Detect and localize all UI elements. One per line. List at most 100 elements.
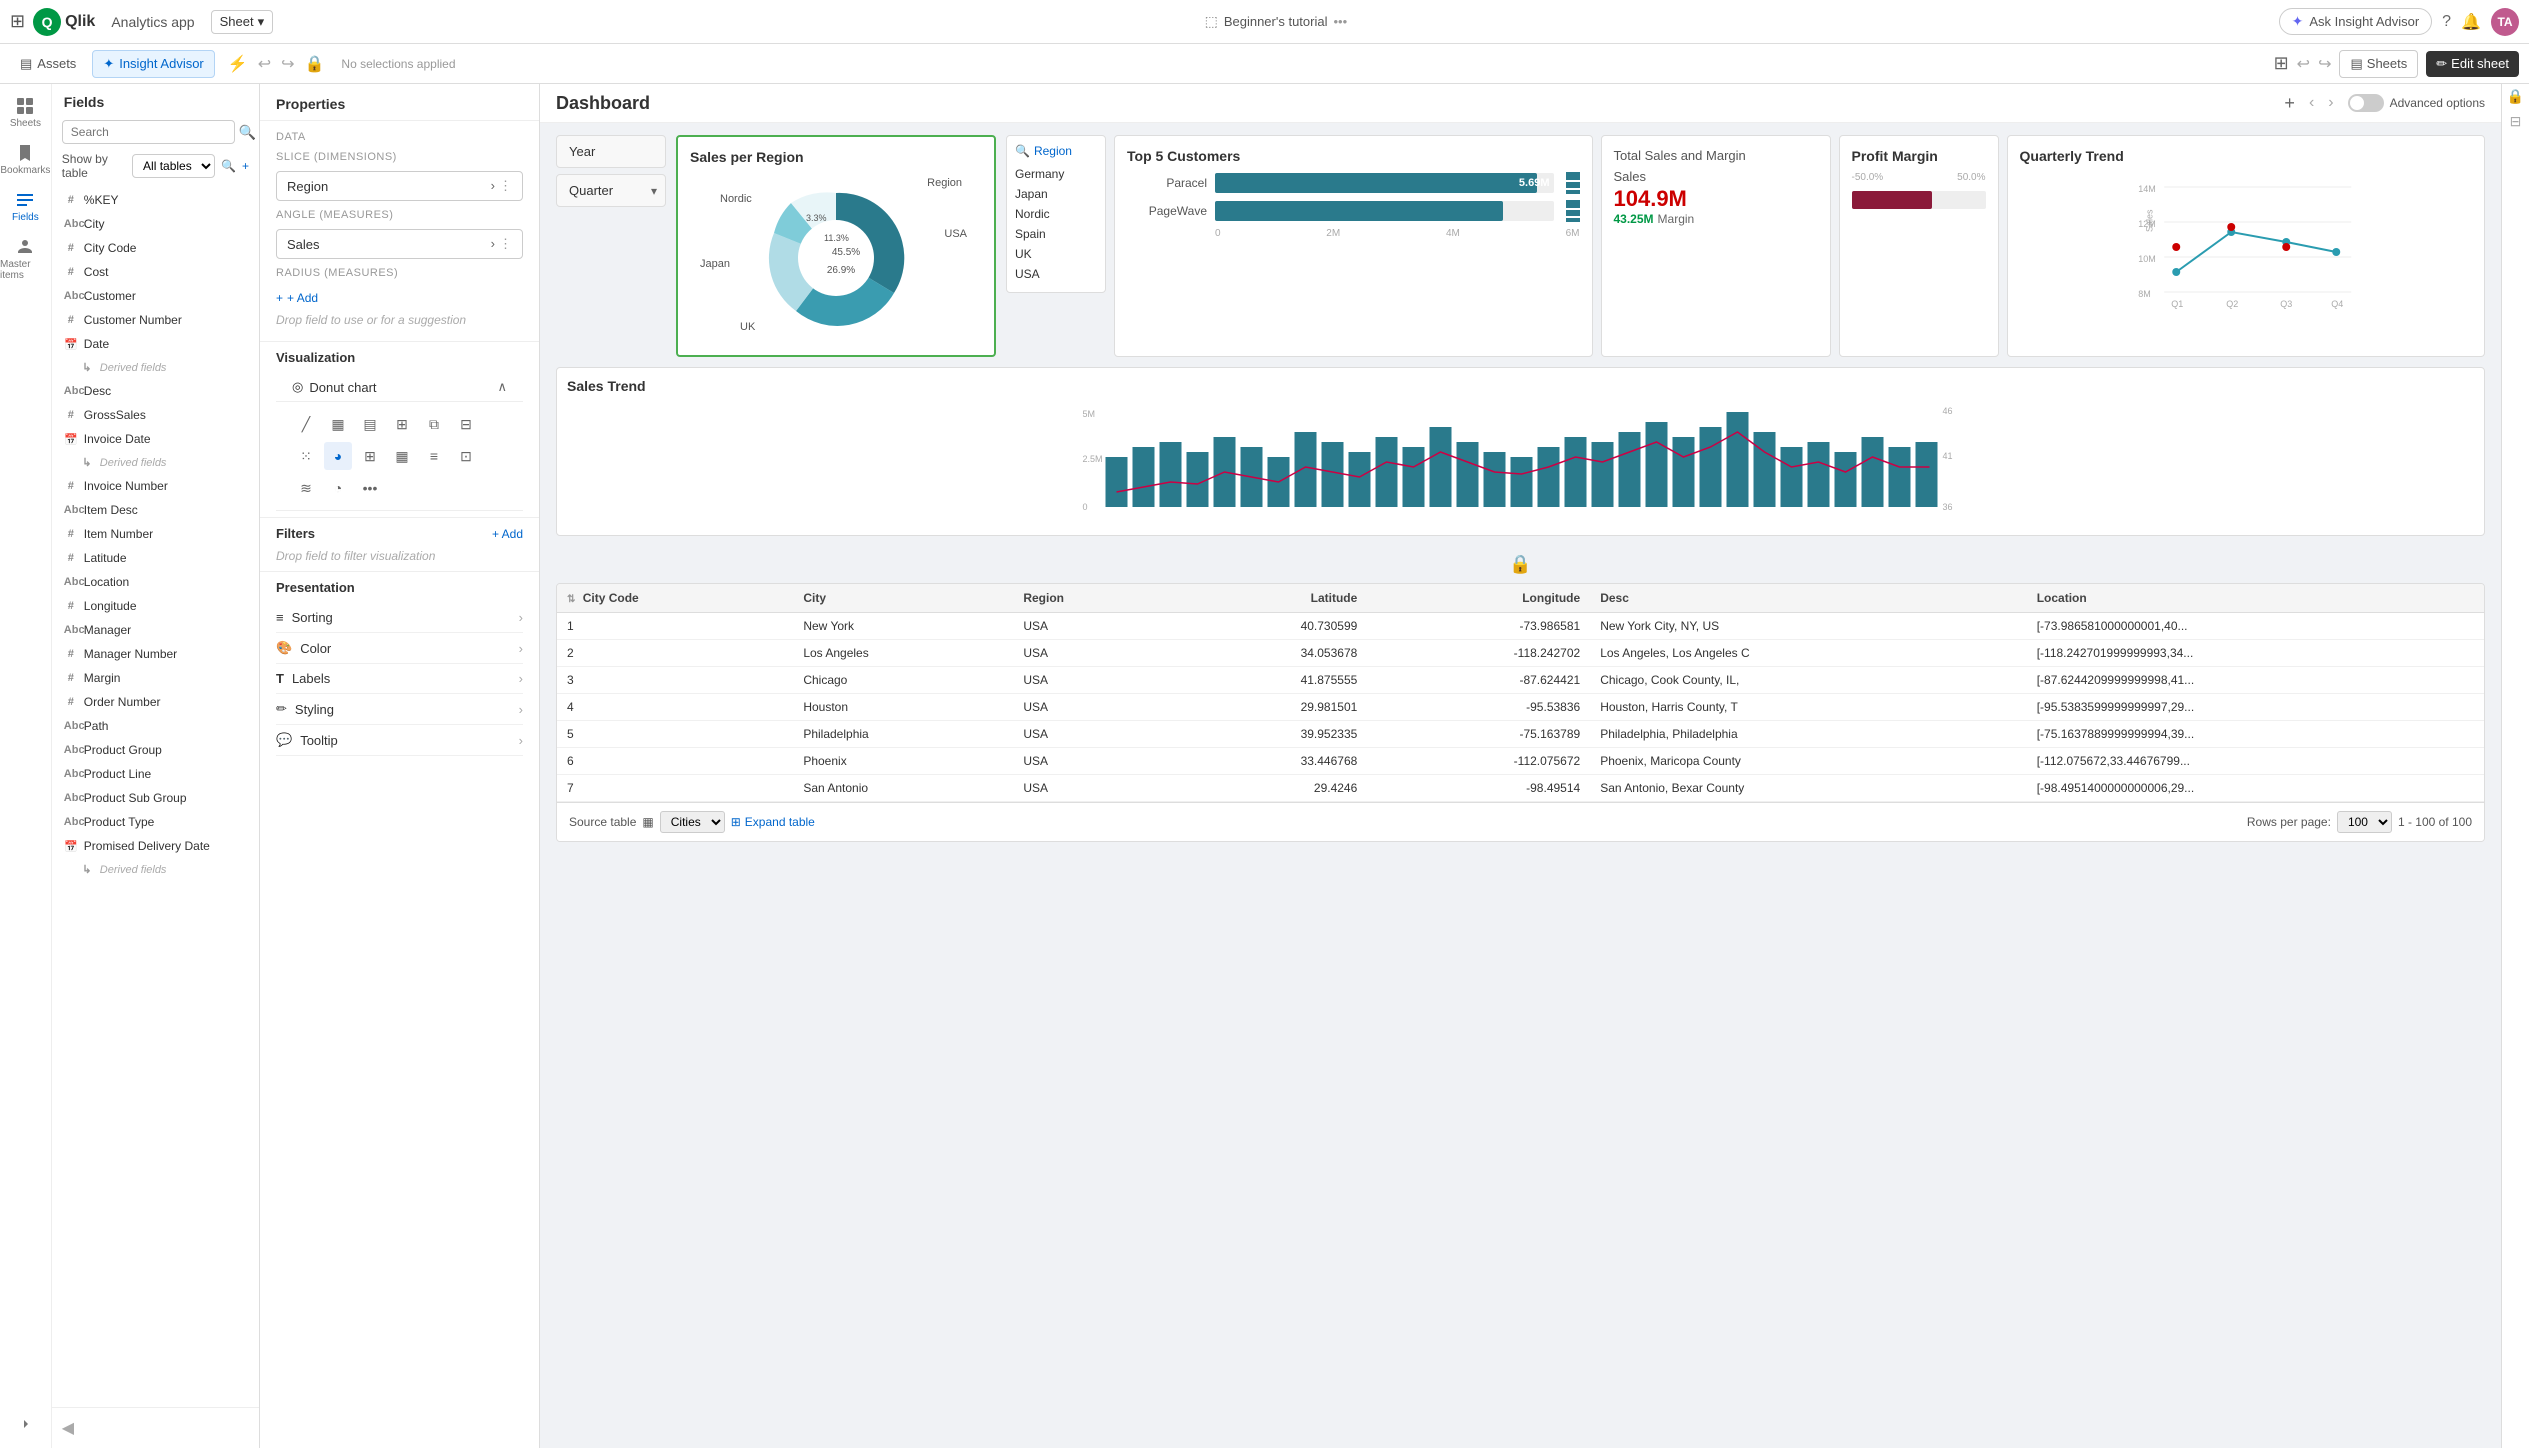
chart-scatter-icon[interactable]: ⁙: [292, 442, 320, 470]
chart-dist-icon[interactable]: ≋: [292, 474, 320, 502]
quarter-filter-box[interactable]: Quarter ▾: [556, 174, 666, 207]
search-icon[interactable]: 🔍: [239, 124, 256, 141]
advanced-options-toggle[interactable]: Advanced options: [2348, 94, 2485, 112]
col-longitude[interactable]: Longitude: [1367, 584, 1590, 613]
field-item-location[interactable]: Abc Location: [52, 570, 259, 594]
undo-icon[interactable]: ↩: [255, 51, 274, 77]
region-item-spain[interactable]: Spain: [1015, 224, 1097, 244]
search-input[interactable]: [62, 120, 235, 144]
undo-nav-icon[interactable]: ↩: [2297, 54, 2310, 74]
col-citycode[interactable]: ⇅ City Code: [557, 584, 793, 613]
expand-icon[interactable]: ›: [491, 236, 495, 252]
slice-field-row[interactable]: Region › ⋮: [276, 171, 523, 201]
insight-advisor-search[interactable]: ✦ Ask Insight Advisor: [2279, 8, 2433, 35]
toggle-switch[interactable]: [2348, 94, 2384, 112]
user-avatar[interactable]: TA: [2491, 8, 2519, 36]
field-item-citycode[interactable]: # City Code: [52, 236, 259, 260]
field-item-managernumber[interactable]: # Manager Number: [52, 642, 259, 666]
right-edge-scroll[interactable]: ⊟: [2510, 113, 2522, 130]
field-item-longitude[interactable]: # Longitude: [52, 594, 259, 618]
sheets-button[interactable]: ▤ Sheets: [2339, 50, 2418, 78]
right-edge-lock-icon[interactable]: 🔒: [2507, 88, 2524, 105]
grid-menu-icon[interactable]: ⊞: [10, 11, 25, 32]
redo-icon[interactable]: ↪: [278, 51, 297, 77]
field-item-customer[interactable]: Abc Customer: [52, 284, 259, 308]
collapse-sidebar-icon[interactable]: ◀: [62, 1418, 74, 1438]
lock-icon[interactable]: 🔒: [302, 51, 328, 77]
pres-tooltip-row[interactable]: 💬 Tooltip ›: [276, 725, 523, 756]
field-item-derived-date[interactable]: ↳ Derived fields: [52, 356, 259, 379]
grid-view-icon[interactable]: ⊞: [2274, 53, 2289, 74]
menu-icon[interactable]: ⋮: [499, 178, 512, 194]
magic-icon[interactable]: ⚡: [225, 51, 251, 77]
edit-sheet-button[interactable]: ✏ Edit sheet: [2426, 51, 2519, 77]
field-item-date[interactable]: 📅 Date: [52, 332, 259, 356]
chart-bar-h-icon[interactable]: ▤: [356, 410, 384, 438]
assets-tab[interactable]: ▤ Assets: [10, 51, 86, 77]
field-item-cost[interactable]: # Cost: [52, 260, 259, 284]
sheet-selector[interactable]: Sheet ▾: [211, 10, 274, 34]
expand-icon[interactable]: ›: [491, 178, 495, 194]
field-item-itemdesc[interactable]: Abc Item Desc: [52, 498, 259, 522]
region-item-japan[interactable]: Japan: [1015, 184, 1097, 204]
angle-field-row[interactable]: Sales › ⋮: [276, 229, 523, 259]
chart-bar-icon[interactable]: ▦: [324, 410, 352, 438]
chart-combo-icon[interactable]: ⊞: [388, 410, 416, 438]
field-item-derived-promised[interactable]: ↳ Derived fields: [52, 858, 259, 881]
next-arrow-icon[interactable]: ›: [2322, 92, 2339, 114]
search-table-icon[interactable]: 🔍: [221, 159, 236, 173]
region-item-usa[interactable]: USA: [1015, 264, 1097, 284]
table-select[interactable]: All tables: [132, 154, 215, 178]
chart-more-icon[interactable]: •••: [356, 474, 384, 502]
field-item-producttype[interactable]: Abc Product Type: [52, 810, 259, 834]
menu-icon[interactable]: ⋮: [499, 236, 512, 252]
pres-styling-row[interactable]: ✏ Styling ›: [276, 694, 523, 725]
sidebar-item-fields[interactable]: Fields: [0, 184, 51, 229]
field-item-desc[interactable]: Abc Desc: [52, 379, 259, 403]
source-table-select[interactable]: Cities: [660, 811, 725, 833]
field-item-derived-invoice[interactable]: ↳ Derived fields: [52, 451, 259, 474]
field-item-latitude[interactable]: # Latitude: [52, 546, 259, 570]
insight-advisor-tab[interactable]: ✦ Insight Advisor: [92, 50, 214, 78]
sidebar-item-bookmarks[interactable]: Bookmarks: [0, 137, 51, 182]
field-item-path[interactable]: Abc Path: [52, 714, 259, 738]
quarter-dropdown-icon[interactable]: ▾: [651, 184, 657, 198]
region-item-nordic[interactable]: Nordic: [1015, 204, 1097, 224]
field-item-ordernumber[interactable]: # Order Number: [52, 690, 259, 714]
more-options-icon[interactable]: •••: [1333, 14, 1347, 29]
sidebar-item-sheets[interactable]: Sheets: [0, 90, 51, 135]
pres-color-row[interactable]: 🎨 Color ›: [276, 633, 523, 664]
pres-labels-row[interactable]: T Labels ›: [276, 664, 523, 694]
field-item-productsubgroup[interactable]: Abc Product Sub Group: [52, 786, 259, 810]
chart-line-icon[interactable]: ╱: [292, 410, 320, 438]
pres-sorting-row[interactable]: ≡ Sorting ›: [276, 603, 523, 633]
field-item-itemnumber[interactable]: # Item Number: [52, 522, 259, 546]
field-item-invoicedate[interactable]: 📅 Invoice Date: [52, 427, 259, 451]
field-item-productline[interactable]: Abc Product Line: [52, 762, 259, 786]
field-item-productgroup[interactable]: Abc Product Group: [52, 738, 259, 762]
field-item-margin[interactable]: # Margin: [52, 666, 259, 690]
chart-area-icon[interactable]: ⧉: [420, 410, 448, 438]
chart-pivot-icon[interactable]: ⊞: [356, 442, 384, 470]
prev-arrow-icon[interactable]: ‹: [2303, 92, 2320, 114]
help-icon[interactable]: ?: [2442, 13, 2451, 31]
chart-pie-icon[interactable]: ◕: [324, 442, 352, 470]
field-item-grosssales[interactable]: # GrossSales: [52, 403, 259, 427]
chart-waterfall-icon[interactable]: ≡: [420, 442, 448, 470]
donut-chevron-icon[interactable]: ∧: [497, 379, 507, 395]
field-item-promiseddelivery[interactable]: 📅 Promised Delivery Date: [52, 834, 259, 858]
notification-icon[interactable]: 🔔: [2461, 12, 2481, 32]
expand-table-btn[interactable]: ⊞ Expand table: [731, 815, 815, 829]
sidebar-item-master[interactable]: Master items: [0, 231, 51, 287]
field-item-invoicenumber[interactable]: # Invoice Number: [52, 474, 259, 498]
field-item-city[interactable]: Abc City: [52, 212, 259, 236]
chart-box-icon[interactable]: ⊡: [452, 442, 480, 470]
rows-per-page-select[interactable]: 100: [2337, 811, 2392, 833]
chart-multi-icon[interactable]: ⊟: [452, 410, 480, 438]
add-measure-row[interactable]: + + Add: [276, 287, 523, 309]
field-item-key[interactable]: # %KEY: [52, 188, 259, 212]
region-item-germany[interactable]: Germany: [1015, 164, 1097, 184]
redo-nav-icon[interactable]: ↪: [2318, 54, 2331, 74]
col-desc[interactable]: Desc: [1590, 584, 2027, 613]
chart-gauge-icon[interactable]: ◔: [324, 474, 352, 502]
